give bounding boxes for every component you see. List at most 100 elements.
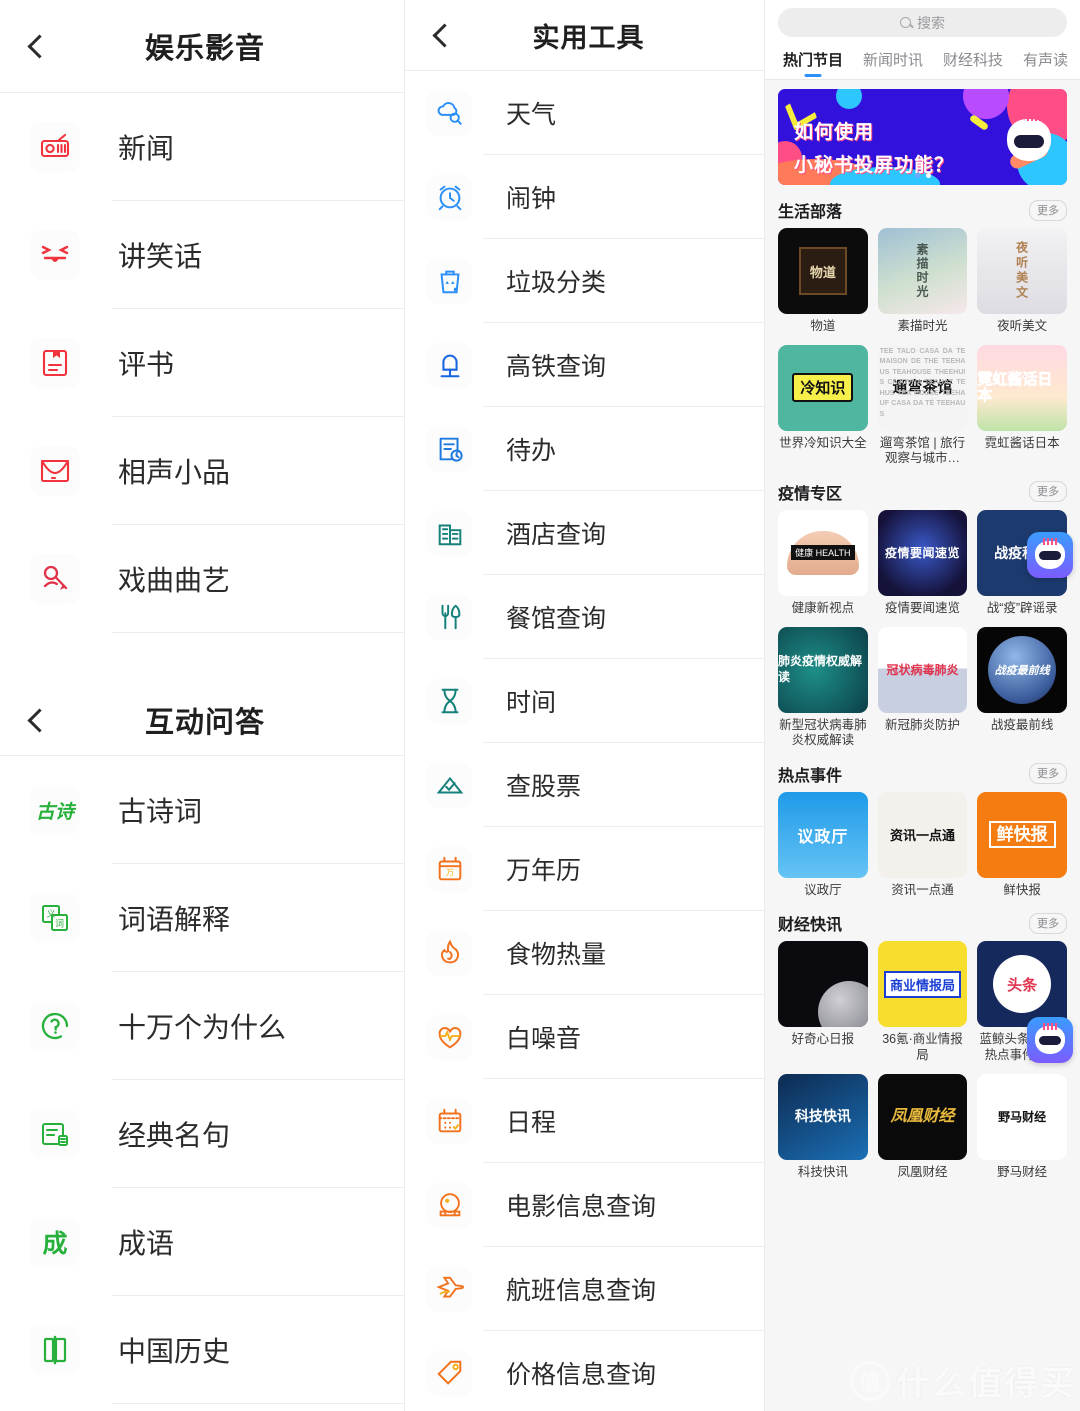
card-thumbnail: 素描时光 — [877, 228, 968, 314]
tab-bar: 热门节目 新闻时讯 财经科技 有声读 — [765, 41, 1080, 79]
list-item-news[interactable]: 新闻 — [0, 93, 404, 201]
card-item[interactable]: TEE TALO CASA DA TE MAISON DE THE TEEHAU… — [877, 344, 968, 467]
search-icon — [900, 17, 911, 28]
list-item-stock[interactable]: 查股票 — [405, 743, 764, 827]
card-item[interactable]: 疫情要闻速览 疫情要闻速览 — [877, 509, 968, 617]
card-item[interactable]: 肺炎疫情权威解读 新型冠状病毒肺炎权威解读 — [778, 626, 868, 749]
list-item-alarm[interactable]: 闹钟 — [405, 155, 764, 239]
card-item[interactable]: 凤凰财经 凤凰财经 — [877, 1073, 968, 1181]
more-button[interactable]: 更多 — [1029, 763, 1067, 785]
list-item-idiom[interactable]: 成 成语 — [0, 1188, 404, 1296]
thumb-art-text: 鲜快报 — [988, 821, 1056, 849]
list-item-label: 电影信息查询 — [506, 1193, 657, 1221]
card-item[interactable]: 素描时光 素描时光 — [877, 228, 968, 335]
card-label: 霓虹酱话日本 — [984, 435, 1060, 450]
assistant-fab-top[interactable] — [1027, 532, 1073, 578]
list-item-waste-sorting[interactable]: 垃圾分类 — [405, 239, 764, 323]
list-item-word-meaning[interactable]: 义 词 词语解释 — [0, 864, 404, 972]
carousel-dot-active[interactable] — [925, 173, 931, 178]
list-item-label: 经典名句 — [118, 1120, 231, 1151]
calendar-check-icon — [427, 1098, 472, 1144]
page-title: 互动问答 — [144, 707, 265, 739]
carousel-dots[interactable] — [914, 173, 931, 178]
card-label: 世界冷知识大全 — [779, 435, 867, 450]
list-item-time[interactable]: 时间 — [405, 659, 764, 743]
list-item-label: 古诗词 — [118, 796, 203, 827]
card-item[interactable]: 资讯一点通 资讯一点通 — [877, 791, 968, 899]
thumb-art-text: 冠状病毒肺炎 — [886, 663, 959, 677]
thumb-art-shape — [817, 981, 868, 1028]
list-item-label: 天气 — [506, 101, 557, 129]
card-item[interactable]: 健康 HEALTH 健康新视点 — [778, 509, 868, 617]
list-item-label: 中国历史 — [118, 1336, 231, 1367]
list-item-weather[interactable]: 天气 — [405, 71, 764, 155]
card-item[interactable]: 鲜快报 鲜快报 — [977, 791, 1067, 899]
list-item-white-noise[interactable]: 白噪音 — [405, 995, 764, 1079]
list-item-hotel[interactable]: 酒店查询 — [405, 491, 764, 575]
list-item-chinese-history[interactable]: 中国历史 — [0, 1296, 404, 1404]
card-item[interactable]: 冷知识 世界冷知识大全 — [778, 344, 868, 467]
card-item[interactable]: 科技快讯 科技快讯 — [778, 1073, 868, 1181]
card-thumbnail: 肺炎疫情权威解读 — [778, 626, 868, 713]
card-label: 疫情要闻速览 — [884, 600, 960, 615]
hourglass-icon — [427, 678, 472, 724]
tab-hot-programs[interactable]: 热门节目 — [783, 49, 843, 79]
card-label: 野马财经 — [997, 1164, 1048, 1179]
panel-gap — [0, 633, 404, 685]
card-item[interactable]: 冠状病毒肺炎 新冠肺炎防护 — [877, 626, 968, 749]
section-title: 生活部落 — [778, 204, 843, 221]
card-item[interactable]: 夜听美文 夜听美文 — [977, 228, 1067, 335]
list-item-label: 价格信息查询 — [506, 1361, 657, 1389]
more-button[interactable]: 更多 — [1029, 481, 1067, 503]
card-label: 议政厅 — [804, 882, 842, 897]
card-thumbnail: 霓虹酱话日本 — [977, 344, 1067, 431]
list-item-storytelling[interactable]: 评书 — [0, 309, 404, 417]
list-item-comedy[interactable]: 相声小品 — [0, 417, 404, 525]
search-input[interactable]: 搜索 — [778, 8, 1067, 37]
card-item[interactable]: 好奇心日报 — [778, 941, 868, 1063]
list-item-movie-info[interactable]: 电影信息查询 — [405, 1163, 764, 1247]
more-button[interactable]: 更多 — [1029, 912, 1067, 934]
open-book-icon — [30, 1325, 80, 1375]
card-thumbnail: 商业情报局 — [877, 941, 968, 1028]
card-item[interactable]: 战疫最前线 战疫最前线 — [977, 626, 1067, 749]
back-button[interactable] — [0, 707, 78, 733]
card-item[interactable]: 议政厅 议政厅 — [778, 791, 868, 899]
assistant-fab-bottom[interactable] — [1027, 1017, 1073, 1063]
thumb-art-text: 霓虹酱话日本 — [977, 370, 1053, 404]
robot-illustration-icon — [1007, 119, 1051, 161]
list-item-quotes[interactable]: 经典名句 — [0, 1080, 404, 1188]
robot-antenna-icon — [1043, 538, 1057, 545]
list-item-food-calories[interactable]: 食物热量 — [405, 911, 764, 995]
list-item-todo[interactable]: 待办 — [405, 407, 764, 491]
tab-audio-books[interactable]: 有声读 — [1023, 49, 1068, 79]
list-item-perpetual-calendar[interactable]: 万 万年历 — [405, 827, 764, 911]
back-button[interactable] — [0, 33, 78, 59]
list-item-why[interactable]: 十万个为什么 — [0, 972, 404, 1080]
list-item-jokes[interactable]: 讲笑话 — [0, 201, 404, 309]
list-item-train[interactable]: 高铁查询 — [405, 323, 764, 407]
thumb-art-text: 健康 HEALTH — [791, 545, 855, 561]
card-label: 好奇心日报 — [791, 1032, 855, 1047]
card-item[interactable]: 物道 物道 — [778, 228, 868, 335]
banner-slide[interactable]: 如何使用 小秘书投屏功能？ — [778, 89, 1067, 185]
list-item-flight-info[interactable]: 航班信息查询 — [405, 1247, 764, 1331]
back-button[interactable] — [405, 22, 483, 48]
tab-finance-tech[interactable]: 财经科技 — [943, 49, 1003, 79]
thumb-art-text: 夜听美文 — [1014, 241, 1029, 301]
list-item-schedule[interactable]: 日程 — [405, 1079, 764, 1163]
list-item-poetry[interactable]: 古诗 古诗词 — [0, 756, 404, 864]
card-item[interactable]: 商业情报局 36氪·商业情报局 — [877, 941, 968, 1063]
more-button[interactable]: 更多 — [1029, 199, 1067, 221]
card-item[interactable]: 野马财经 野马财经 — [977, 1073, 1067, 1181]
list-item-price-info[interactable]: 价格信息查询 — [405, 1331, 764, 1411]
price-tag-icon — [427, 1350, 472, 1396]
list-item-label: 日程 — [506, 1109, 557, 1137]
list-item-label: 戏曲曲艺 — [118, 565, 231, 596]
list-item-restaurant[interactable]: 餐馆查询 — [405, 575, 764, 659]
card-item[interactable]: 霓虹酱话日本 霓虹酱话日本 — [977, 344, 1067, 467]
robot-antenna-icon — [1043, 1023, 1057, 1030]
list-item-opera[interactable]: 戏曲曲艺 — [0, 525, 404, 633]
carousel-dot[interactable] — [914, 173, 920, 178]
tab-news[interactable]: 新闻时讯 — [863, 49, 923, 79]
